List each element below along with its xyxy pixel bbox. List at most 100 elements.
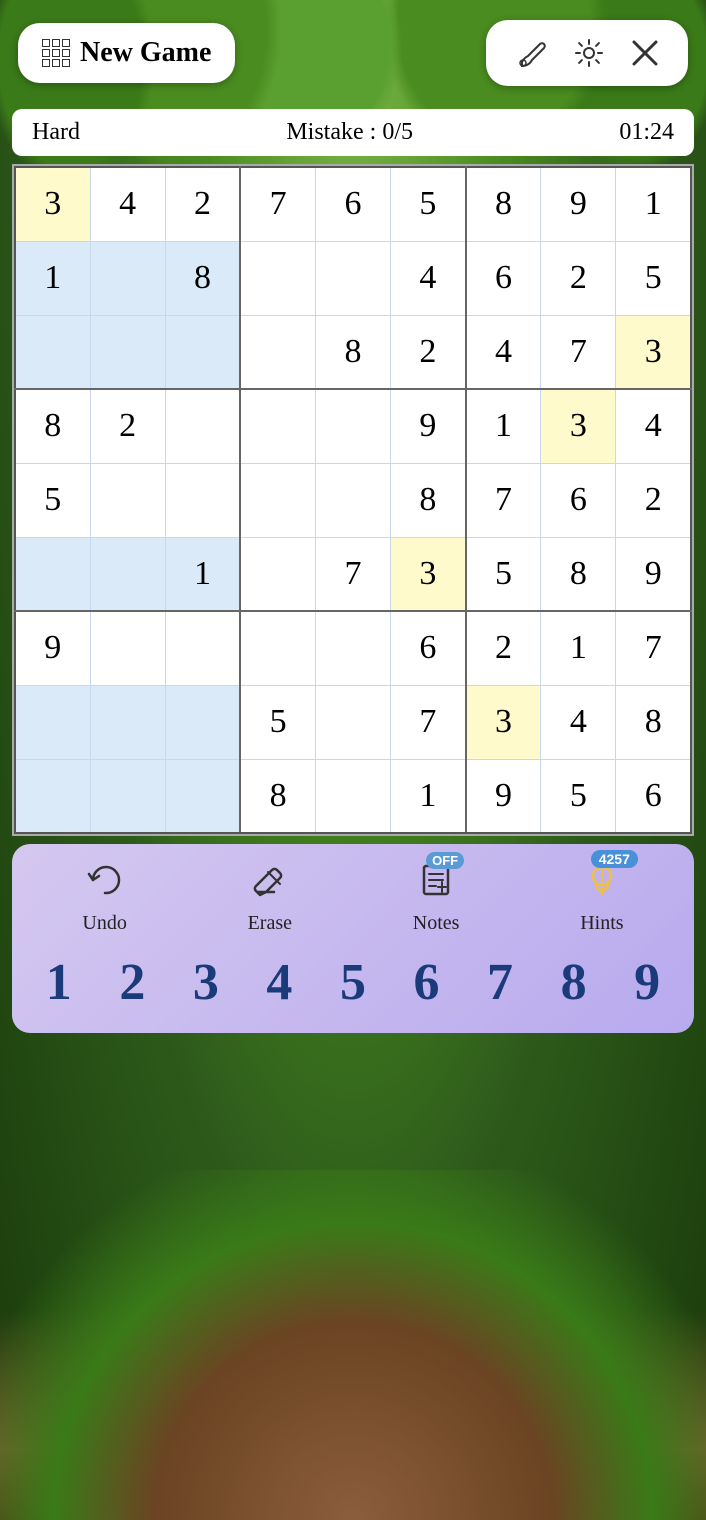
cell-0-0[interactable]: 3 <box>15 167 90 241</box>
cell-4-5[interactable]: 8 <box>391 463 466 537</box>
hints-button[interactable]: 4257 Hints <box>580 860 623 935</box>
cell-5-7[interactable]: 8 <box>541 537 616 611</box>
cell-8-5[interactable]: 1 <box>391 759 466 833</box>
number-pad-7[interactable]: 7 <box>481 953 519 1013</box>
cell-4-7[interactable]: 6 <box>541 463 616 537</box>
cell-1-3[interactable] <box>240 241 315 315</box>
cell-7-5[interactable]: 7 <box>391 685 466 759</box>
cell-3-0[interactable]: 8 <box>15 389 90 463</box>
cell-7-7[interactable]: 4 <box>541 685 616 759</box>
cell-3-8[interactable]: 4 <box>616 389 691 463</box>
cell-6-7[interactable]: 1 <box>541 611 616 685</box>
cell-1-7[interactable]: 2 <box>541 241 616 315</box>
cell-2-7[interactable]: 7 <box>541 315 616 389</box>
number-pad-4[interactable]: 4 <box>260 953 298 1013</box>
cell-5-8[interactable]: 9 <box>616 537 691 611</box>
cell-7-0[interactable] <box>15 685 90 759</box>
cell-8-2[interactable] <box>165 759 240 833</box>
cell-6-4[interactable] <box>315 611 390 685</box>
cell-2-4[interactable]: 8 <box>315 315 390 389</box>
undo-button[interactable]: Undo <box>82 860 126 935</box>
cell-5-6[interactable]: 5 <box>466 537 541 611</box>
cell-5-0[interactable] <box>15 537 90 611</box>
cell-1-1[interactable] <box>90 241 165 315</box>
cell-8-8[interactable]: 6 <box>616 759 691 833</box>
cell-5-2[interactable]: 1 <box>165 537 240 611</box>
cell-7-8[interactable]: 8 <box>616 685 691 759</box>
cell-6-6[interactable]: 2 <box>466 611 541 685</box>
cell-6-5[interactable]: 6 <box>391 611 466 685</box>
cell-1-6[interactable]: 6 <box>466 241 541 315</box>
cell-7-3[interactable]: 5 <box>240 685 315 759</box>
cell-0-1[interactable]: 4 <box>90 167 165 241</box>
close-button[interactable] <box>620 32 670 74</box>
cell-1-5[interactable]: 4 <box>391 241 466 315</box>
cell-8-6[interactable]: 9 <box>466 759 541 833</box>
cell-1-4[interactable] <box>315 241 390 315</box>
cell-2-8[interactable]: 3 <box>616 315 691 389</box>
cell-8-3[interactable]: 8 <box>240 759 315 833</box>
cell-7-1[interactable] <box>90 685 165 759</box>
number-pad-5[interactable]: 5 <box>334 953 372 1013</box>
top-bar: New Game <box>0 0 706 101</box>
cell-3-7[interactable]: 3 <box>541 389 616 463</box>
cell-5-5[interactable]: 3 <box>391 537 466 611</box>
cell-6-3[interactable] <box>240 611 315 685</box>
cell-5-3[interactable] <box>240 537 315 611</box>
cell-1-8[interactable]: 5 <box>616 241 691 315</box>
cell-4-6[interactable]: 7 <box>466 463 541 537</box>
cell-0-2[interactable]: 2 <box>165 167 240 241</box>
cell-3-3[interactable] <box>240 389 315 463</box>
cell-2-1[interactable] <box>90 315 165 389</box>
cell-2-0[interactable] <box>15 315 90 389</box>
cell-6-1[interactable] <box>90 611 165 685</box>
cell-0-8[interactable]: 1 <box>616 167 691 241</box>
cell-8-7[interactable]: 5 <box>541 759 616 833</box>
cell-3-4[interactable] <box>315 389 390 463</box>
cell-5-4[interactable]: 7 <box>315 537 390 611</box>
cell-7-6[interactable]: 3 <box>466 685 541 759</box>
cell-7-2[interactable] <box>165 685 240 759</box>
cell-3-5[interactable]: 9 <box>391 389 466 463</box>
cell-0-7[interactable]: 9 <box>541 167 616 241</box>
cell-1-0[interactable]: 1 <box>15 241 90 315</box>
cell-0-5[interactable]: 5 <box>391 167 466 241</box>
cell-6-0[interactable]: 9 <box>15 611 90 685</box>
settings-button[interactable] <box>562 30 616 76</box>
new-game-button[interactable]: New Game <box>18 23 235 83</box>
cell-0-6[interactable]: 8 <box>466 167 541 241</box>
cell-2-2[interactable] <box>165 315 240 389</box>
cell-5-1[interactable] <box>90 537 165 611</box>
cell-4-4[interactable] <box>315 463 390 537</box>
cell-2-3[interactable] <box>240 315 315 389</box>
number-pad-1[interactable]: 1 <box>40 953 78 1013</box>
cell-4-1[interactable] <box>90 463 165 537</box>
cell-4-2[interactable] <box>165 463 240 537</box>
cell-8-4[interactable] <box>315 759 390 833</box>
cell-3-2[interactable] <box>165 389 240 463</box>
number-pad-9[interactable]: 9 <box>628 953 666 1013</box>
cell-8-0[interactable] <box>15 759 90 833</box>
cell-0-4[interactable]: 6 <box>315 167 390 241</box>
cell-3-1[interactable]: 2 <box>90 389 165 463</box>
cell-6-2[interactable] <box>165 611 240 685</box>
cell-4-8[interactable]: 2 <box>616 463 691 537</box>
number-pad-6[interactable]: 6 <box>408 953 446 1013</box>
cell-6-8[interactable]: 7 <box>616 611 691 685</box>
erase-button[interactable]: Erase <box>248 860 292 935</box>
cell-7-4[interactable] <box>315 685 390 759</box>
top-right-controls <box>486 20 688 86</box>
cell-2-5[interactable]: 2 <box>391 315 466 389</box>
cell-3-6[interactable]: 1 <box>466 389 541 463</box>
number-pad-3[interactable]: 3 <box>187 953 225 1013</box>
cell-4-0[interactable]: 5 <box>15 463 90 537</box>
number-pad-2[interactable]: 2 <box>113 953 151 1013</box>
cell-1-2[interactable]: 8 <box>165 241 240 315</box>
notes-button[interactable]: OFF Notes <box>413 860 460 935</box>
paintbrush-button[interactable] <box>504 30 558 76</box>
number-pad-8[interactable]: 8 <box>555 953 593 1013</box>
cell-2-6[interactable]: 4 <box>466 315 541 389</box>
cell-4-3[interactable] <box>240 463 315 537</box>
cell-8-1[interactable] <box>90 759 165 833</box>
cell-0-3[interactable]: 7 <box>240 167 315 241</box>
